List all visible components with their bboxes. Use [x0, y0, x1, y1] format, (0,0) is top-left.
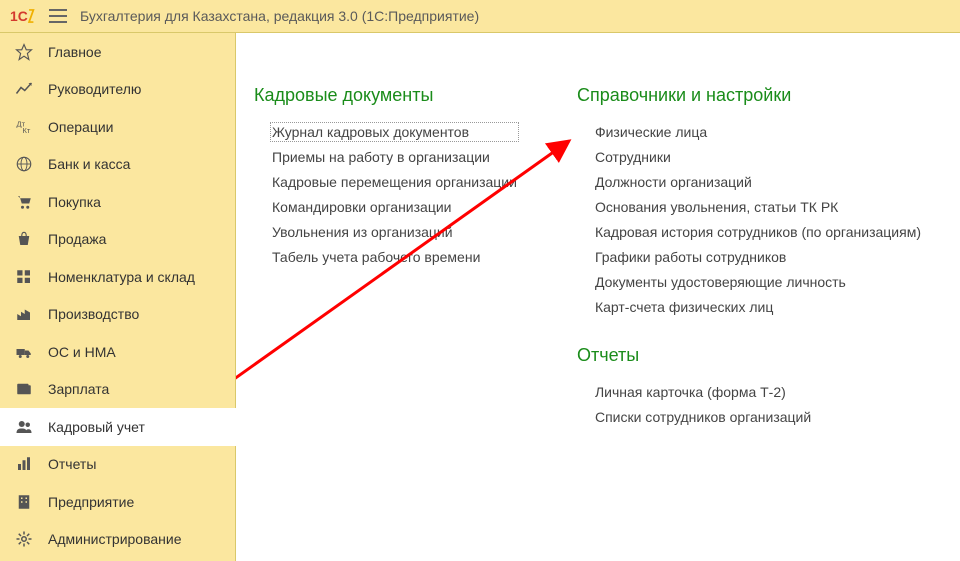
link-employee-lists[interactable]: Списки сотрудников организаций [595, 409, 921, 425]
sidebar-item-label: Номенклатура и склад [48, 269, 221, 285]
section-title-hr-docs[interactable]: Кадровые документы [254, 85, 517, 106]
link-schedules[interactable]: Графики работы сотрудников [595, 249, 921, 265]
sidebar-item-production[interactable]: Производство [0, 296, 235, 334]
col-reports: Отчеты Личная карточка (форма Т-2) Списк… [577, 345, 921, 425]
sidebar-item-label: Руководителю [48, 81, 221, 97]
sidebar-item-label: Отчеты [48, 456, 221, 472]
titlebar: 1 С Бухгалтерия для Казахстана, редакция… [0, 0, 960, 33]
sidebar-item-hr[interactable]: Кадровый учет [0, 408, 236, 446]
app-logo-icon: 1 С [10, 6, 36, 26]
sidebar-item-purchase[interactable]: Покупка [0, 183, 235, 221]
wallet-icon [14, 379, 34, 399]
sidebar-item-main[interactable]: Главное [0, 33, 235, 71]
link-hiring[interactable]: Приемы на работу в организации [272, 149, 517, 165]
building-icon [14, 492, 34, 512]
operations-icon: ДтКт [14, 117, 34, 137]
links-hr-docs: Журнал кадровых документов Приемы на раб… [254, 124, 517, 265]
link-trips[interactable]: Командировки организации [272, 199, 517, 215]
link-individuals[interactable]: Физические лица [595, 124, 921, 140]
sidebar-item-label: Операции [48, 119, 221, 135]
link-id-docs[interactable]: Документы удостоверяющие личность [595, 274, 921, 290]
sidebar: Главное Руководителю ДтКт Операции Банк … [0, 33, 236, 561]
star-icon [14, 42, 34, 62]
svg-text:Кт: Кт [23, 126, 31, 135]
link-employees[interactable]: Сотрудники [595, 149, 921, 165]
sidebar-item-admin[interactable]: Администрирование [0, 521, 235, 559]
links-references: Физические лица Сотрудники Должности орг… [577, 124, 921, 315]
svg-text:1: 1 [10, 8, 18, 24]
link-positions[interactable]: Должности организаций [595, 174, 921, 190]
svg-text:С: С [18, 8, 28, 24]
link-dismissals[interactable]: Увольнения из организаций [272, 224, 517, 240]
link-dismissal-reasons[interactable]: Основания увольнения, статьи ТК РК [595, 199, 921, 215]
sidebar-item-bank[interactable]: Банк и касса [0, 146, 235, 184]
link-card-accounts[interactable]: Карт-счета физических лиц [595, 299, 921, 315]
globe-icon [14, 154, 34, 174]
section-title-references[interactable]: Справочники и настройки [577, 85, 921, 106]
sidebar-item-salary[interactable]: Зарплата [0, 371, 235, 409]
sidebar-item-label: Кадровый учет [48, 419, 222, 435]
content-panel: Кадровые документы Журнал кадровых докум… [236, 33, 960, 561]
col-hr-docs: Кадровые документы Журнал кадровых докум… [254, 85, 517, 425]
section-title-reports[interactable]: Отчеты [577, 345, 921, 366]
sidebar-item-sale[interactable]: Продажа [0, 221, 235, 259]
sidebar-item-nomenclature[interactable]: Номенклатура и склад [0, 258, 235, 296]
links-reports: Личная карточка (форма Т-2) Списки сотру… [577, 384, 921, 425]
sidebar-item-label: Производство [48, 306, 221, 322]
factory-icon [14, 304, 34, 324]
sidebar-item-assets[interactable]: ОС и НМА [0, 333, 235, 371]
boxes-icon [14, 267, 34, 287]
sidebar-item-reports[interactable]: Отчеты [0, 446, 235, 484]
link-hr-history[interactable]: Кадровая история сотрудников (по организ… [595, 224, 921, 240]
cart-icon [14, 192, 34, 212]
sidebar-item-manager[interactable]: Руководителю [0, 71, 235, 109]
sidebar-item-enterprise[interactable]: Предприятие [0, 483, 235, 521]
sidebar-item-label: Банк и касса [48, 156, 221, 172]
sidebar-item-operations[interactable]: ДтКт Операции [0, 108, 235, 146]
people-icon [14, 417, 34, 437]
truck-icon [14, 342, 34, 362]
app-title: Бухгалтерия для Казахстана, редакция 3.0… [80, 8, 479, 24]
hamburger-menu-icon[interactable] [48, 6, 68, 26]
gear-icon [14, 529, 34, 549]
sidebar-item-label: ОС и НМА [48, 344, 221, 360]
sidebar-item-label: Зарплата [48, 381, 221, 397]
link-hr-journal[interactable]: Журнал кадровых документов [272, 124, 517, 140]
main-area: Главное Руководителю ДтКт Операции Банк … [0, 33, 960, 561]
link-timesheet[interactable]: Табель учета рабочего времени [272, 249, 517, 265]
bar-chart-icon [14, 454, 34, 474]
sidebar-item-label: Продажа [48, 231, 221, 247]
sidebar-item-label: Предприятие [48, 494, 221, 510]
sidebar-item-label: Покупка [48, 194, 221, 210]
content-columns: Кадровые документы Журнал кадровых докум… [254, 85, 942, 425]
link-transfers[interactable]: Кадровые перемещения организации [272, 174, 517, 190]
chart-line-icon [14, 79, 34, 99]
sidebar-item-label: Главное [48, 44, 221, 60]
link-personal-card[interactable]: Личная карточка (форма Т-2) [595, 384, 921, 400]
col-references: Справочники и настройки Физические лица … [577, 85, 921, 425]
sidebar-item-label: Администрирование [48, 531, 221, 547]
bag-icon [14, 229, 34, 249]
